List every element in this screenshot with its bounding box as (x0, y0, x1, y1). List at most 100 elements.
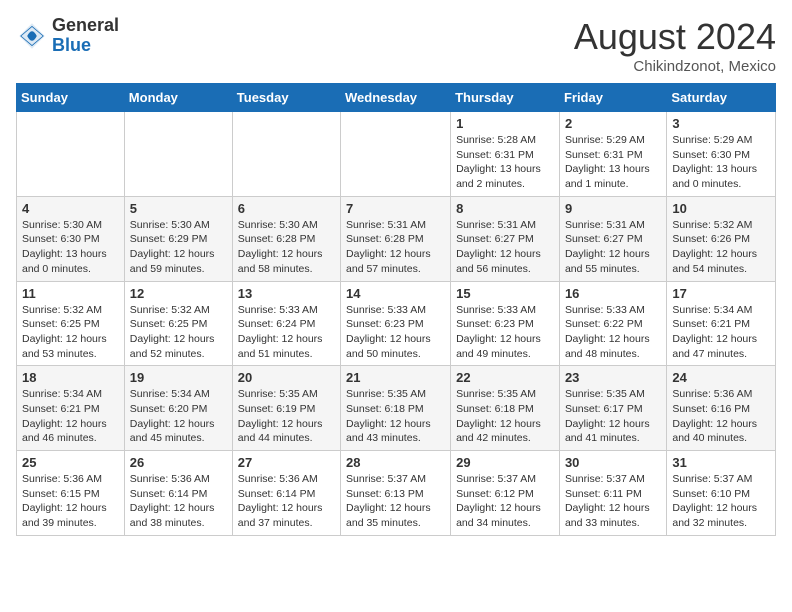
day-number: 26 (130, 455, 227, 470)
day-number: 25 (22, 455, 119, 470)
calendar-table: SundayMondayTuesdayWednesdayThursdayFrid… (16, 83, 776, 536)
calendar-cell: 24Sunrise: 5:36 AM Sunset: 6:16 PM Dayli… (667, 366, 776, 451)
calendar-cell (17, 112, 125, 197)
day-number: 7 (346, 201, 445, 216)
calendar-cell: 18 Sunrise: 5:34 AM Sunset: 6:21 PM Dayli… (17, 366, 125, 451)
calendar-cell: 11 Sunrise: 5:32 AM Sunset: 6:25 PM Dayli… (17, 281, 125, 366)
day-of-week-header: Tuesday (232, 84, 340, 112)
day-number: 23 (565, 370, 661, 385)
calendar-cell: 22Sunrise: 5:35 AM Sunset: 6:18 PM Dayli… (451, 366, 560, 451)
calendar-cell: 19 Sunrise: 5:34 AM Sunset: 6:20 PM Dayli… (124, 366, 232, 451)
day-info: Sunrise: 5:37 AM Sunset: 6:11 PM Dayligh… (565, 472, 661, 531)
calendar-week-row: 25 Sunrise: 5:36 AM Sunset: 6:15 PM Dayli… (17, 451, 776, 536)
day-info: Sunrise: 5:37 AM Sunset: 6:12 PM Dayligh… (456, 472, 554, 531)
page-header: General Blue August 2024 Chikindzonot, M… (16, 16, 776, 75)
calendar-cell: 2 Sunrise: 5:29 AM Sunset: 6:31 PM Daylig… (559, 112, 666, 197)
calendar-cell: 8 Sunrise: 5:31 AM Sunset: 6:27 PM Daylig… (451, 196, 560, 281)
day-info: Sunrise: 5:32 AM Sunset: 6:26 PM Dayligh… (672, 218, 770, 277)
calendar-cell (232, 112, 340, 197)
calendar-cell: 20 Sunrise: 5:35 AM Sunset: 6:19 PM Dayli… (232, 366, 340, 451)
day-number: 18 (22, 370, 119, 385)
day-info: Sunrise: 5:34 AM Sunset: 6:20 PM Dayligh… (130, 387, 227, 446)
calendar-cell: 6Sunrise: 5:30 AM Sunset: 6:28 PM Daylig… (232, 196, 340, 281)
day-number: 17 (672, 286, 770, 301)
day-info: Sunrise: 5:36 AM Sunset: 6:15 PM Dayligh… (22, 472, 119, 531)
day-info: Sunrise: 5:36 AM Sunset: 6:14 PM Dayligh… (130, 472, 227, 531)
calendar-cell: 30 Sunrise: 5:37 AM Sunset: 6:11 PM Dayli… (559, 451, 666, 536)
calendar-cell: 3 Sunrise: 5:29 AM Sunset: 6:30 PM Daylig… (667, 112, 776, 197)
day-number: 30 (565, 455, 661, 470)
day-info: Sunrise: 5:37 AM Sunset: 6:10 PM Dayligh… (672, 472, 770, 531)
day-info: Sunrise: 5:37 AM Sunset: 6:13 PM Dayligh… (346, 472, 445, 531)
day-info: Sunrise: 5:31 AM Sunset: 6:28 PM Dayligh… (346, 218, 445, 277)
day-of-week-header: Saturday (667, 84, 776, 112)
calendar-cell: 12 Sunrise: 5:32 AM Sunset: 6:25 PM Dayli… (124, 281, 232, 366)
day-of-week-header: Sunday (17, 84, 125, 112)
calendar-week-row: 11 Sunrise: 5:32 AM Sunset: 6:25 PM Dayli… (17, 281, 776, 366)
calendar-cell: 4 Sunrise: 5:30 AM Sunset: 6:30 PM Daylig… (17, 196, 125, 281)
calendar-cell: 23 Sunrise: 5:35 AM Sunset: 6:17 PM Dayli… (559, 366, 666, 451)
logo-text: General Blue (52, 16, 119, 56)
day-info: Sunrise: 5:31 AM Sunset: 6:27 PM Dayligh… (456, 218, 554, 277)
calendar-cell (341, 112, 451, 197)
logo-blue: Blue (52, 35, 91, 55)
day-info: Sunrise: 5:33 AM Sunset: 6:23 PM Dayligh… (346, 303, 445, 362)
day-info: Sunrise: 5:30 AM Sunset: 6:30 PM Dayligh… (22, 218, 119, 277)
month-year: August 2024 (574, 16, 776, 58)
day-info: Sunrise: 5:33 AM Sunset: 6:22 PM Dayligh… (565, 303, 661, 362)
calendar-cell: 16 Sunrise: 5:33 AM Sunset: 6:22 PM Dayli… (559, 281, 666, 366)
calendar-cell: 26 Sunrise: 5:36 AM Sunset: 6:14 PM Dayli… (124, 451, 232, 536)
logo-icon (16, 20, 48, 52)
day-number: 28 (346, 455, 445, 470)
day-of-week-header: Thursday (451, 84, 560, 112)
logo: General Blue (16, 16, 119, 56)
day-number: 8 (456, 201, 554, 216)
day-info: Sunrise: 5:31 AM Sunset: 6:27 PM Dayligh… (565, 218, 661, 277)
calendar-cell: 21 Sunrise: 5:35 AM Sunset: 6:18 PM Dayli… (341, 366, 451, 451)
day-info: Sunrise: 5:36 AM Sunset: 6:14 PM Dayligh… (238, 472, 335, 531)
day-number: 21 (346, 370, 445, 385)
calendar-cell: 7 Sunrise: 5:31 AM Sunset: 6:28 PM Daylig… (341, 196, 451, 281)
day-number: 29 (456, 455, 554, 470)
calendar-cell: 25 Sunrise: 5:36 AM Sunset: 6:15 PM Dayli… (17, 451, 125, 536)
location: Chikindzonot, Mexico (574, 58, 776, 75)
day-of-week-header: Friday (559, 84, 666, 112)
day-info: Sunrise: 5:32 AM Sunset: 6:25 PM Dayligh… (22, 303, 119, 362)
calendar-cell (124, 112, 232, 197)
calendar-cell: 27 Sunrise: 5:36 AM Sunset: 6:14 PM Dayli… (232, 451, 340, 536)
day-number: 3 (672, 116, 770, 131)
day-number: 11 (22, 286, 119, 301)
day-number: 6 (238, 201, 335, 216)
day-info: Sunrise: 5:35 AM Sunset: 6:18 PM Dayligh… (456, 387, 554, 446)
day-of-week-header: Wednesday (341, 84, 451, 112)
day-number: 27 (238, 455, 335, 470)
day-number: 10 (672, 201, 770, 216)
calendar-cell: 28 Sunrise: 5:37 AM Sunset: 6:13 PM Dayli… (341, 451, 451, 536)
day-number: 5 (130, 201, 227, 216)
calendar-cell: 5 Sunrise: 5:30 AM Sunset: 6:29 PM Daylig… (124, 196, 232, 281)
day-info: Sunrise: 5:35 AM Sunset: 6:19 PM Dayligh… (238, 387, 335, 446)
day-number: 1 (456, 116, 554, 131)
day-info: Sunrise: 5:28 AM Sunset: 6:31 PM Dayligh… (456, 133, 554, 192)
calendar-cell: 9 Sunrise: 5:31 AM Sunset: 6:27 PM Daylig… (559, 196, 666, 281)
calendar-cell: 13Sunrise: 5:33 AM Sunset: 6:24 PM Dayli… (232, 281, 340, 366)
day-number: 14 (346, 286, 445, 301)
day-number: 9 (565, 201, 661, 216)
day-number: 4 (22, 201, 119, 216)
day-of-week-header: Monday (124, 84, 232, 112)
day-number: 20 (238, 370, 335, 385)
day-number: 16 (565, 286, 661, 301)
day-number: 2 (565, 116, 661, 131)
title-block: August 2024 Chikindzonot, Mexico (574, 16, 776, 75)
day-info: Sunrise: 5:29 AM Sunset: 6:31 PM Dayligh… (565, 133, 661, 192)
day-info: Sunrise: 5:32 AM Sunset: 6:25 PM Dayligh… (130, 303, 227, 362)
day-number: 12 (130, 286, 227, 301)
day-info: Sunrise: 5:30 AM Sunset: 6:29 PM Dayligh… (130, 218, 227, 277)
day-info: Sunrise: 5:35 AM Sunset: 6:18 PM Dayligh… (346, 387, 445, 446)
day-info: Sunrise: 5:34 AM Sunset: 6:21 PM Dayligh… (672, 303, 770, 362)
day-info: Sunrise: 5:34 AM Sunset: 6:21 PM Dayligh… (22, 387, 119, 446)
day-info: Sunrise: 5:29 AM Sunset: 6:30 PM Dayligh… (672, 133, 770, 192)
day-number: 15 (456, 286, 554, 301)
day-info: Sunrise: 5:35 AM Sunset: 6:17 PM Dayligh… (565, 387, 661, 446)
day-number: 19 (130, 370, 227, 385)
